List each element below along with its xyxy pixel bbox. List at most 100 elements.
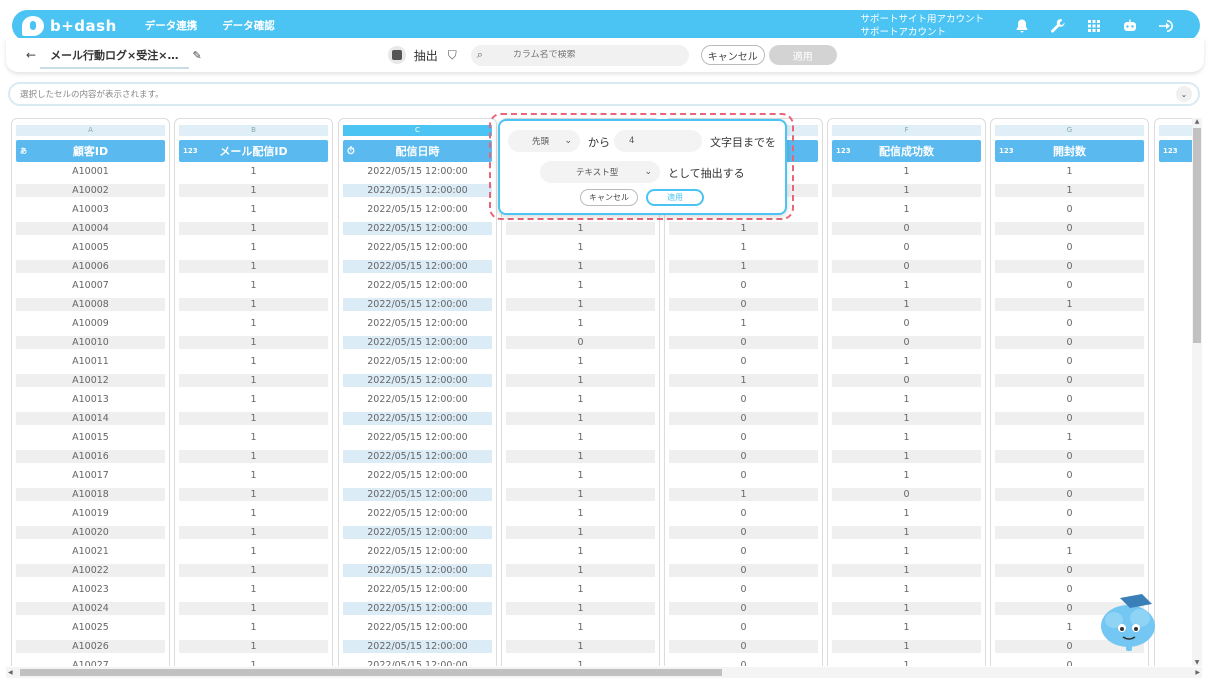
table-cell[interactable]: 0 <box>995 241 1144 254</box>
table-cell[interactable]: 1 <box>832 621 981 634</box>
table-cell[interactable]: 2022/05/15 12:00:00 <box>343 165 492 178</box>
table-cell[interactable]: 2022/05/15 12:00:00 <box>343 260 492 273</box>
column-letter[interactable]: G <box>995 125 1144 136</box>
table-cell[interactable]: 1 <box>179 355 328 368</box>
table-cell[interactable]: 0 <box>669 336 818 349</box>
table-cell[interactable]: 1 <box>506 621 655 634</box>
table-cell[interactable]: 1 <box>832 507 981 520</box>
shield-icon[interactable]: ⛉ <box>448 48 457 63</box>
grid-icon[interactable] <box>1086 18 1102 34</box>
table-cell[interactable]: A10015 <box>16 431 165 444</box>
table-cell[interactable]: 1 <box>995 545 1144 558</box>
logout-icon[interactable] <box>1158 18 1174 34</box>
table-cell[interactable]: 1 <box>179 431 328 444</box>
table-cell[interactable]: 0 <box>669 583 818 596</box>
table-cell[interactable]: 1 <box>995 431 1144 444</box>
table-cell[interactable]: 0 <box>995 317 1144 330</box>
table-cell[interactable]: A10005 <box>16 241 165 254</box>
table-cell[interactable]: 1 <box>506 545 655 558</box>
table-cell[interactable]: 1 <box>179 659 328 666</box>
table-cell[interactable]: A10010 <box>16 336 165 349</box>
back-arrow-icon[interactable]: ← <box>26 48 36 62</box>
table-cell[interactable]: 0 <box>832 336 981 349</box>
table-cell[interactable]: 2022/05/15 12:00:00 <box>343 659 492 666</box>
table-cell[interactable]: 0 <box>995 412 1144 425</box>
table-cell[interactable]: 1 <box>179 336 328 349</box>
chevron-down-icon[interactable]: ⌄ <box>1176 86 1192 102</box>
table-cell[interactable]: 1 <box>669 488 818 501</box>
horizontal-scrollbar[interactable]: ◀ ▶ <box>6 667 1202 678</box>
table-cell[interactable]: 0 <box>995 374 1144 387</box>
table-cell[interactable]: 0 <box>995 564 1144 577</box>
char-count-input[interactable]: 4 <box>614 130 702 152</box>
table-cell[interactable]: 1 <box>179 298 328 311</box>
table-cell[interactable]: 1 <box>832 526 981 539</box>
table-cell[interactable]: 1 <box>832 279 981 292</box>
table-cell[interactable]: 2022/05/15 12:00:00 <box>343 469 492 482</box>
table-cell[interactable]: 1 <box>179 450 328 463</box>
column-letter[interactable] <box>1159 125 1195 136</box>
table-cell[interactable]: 0 <box>506 336 655 349</box>
table-cell[interactable]: 2022/05/15 12:00:00 <box>343 355 492 368</box>
table-cell[interactable]: 1 <box>832 298 981 311</box>
table-cell[interactable]: 2022/05/15 12:00:00 <box>343 374 492 387</box>
table-cell[interactable]: 1 <box>179 545 328 558</box>
table-cell[interactable]: A10021 <box>16 545 165 558</box>
table-cell[interactable]: 0 <box>669 298 818 311</box>
table-cell[interactable]: 1 <box>506 640 655 653</box>
vertical-scrollbar[interactable]: ▲ ▼ <box>1192 118 1202 666</box>
table-cell[interactable]: 1 <box>179 184 328 197</box>
table-cell[interactable]: 0 <box>995 222 1144 235</box>
table-cell[interactable]: 1 <box>832 583 981 596</box>
column-search-input[interactable] <box>512 50 663 60</box>
mascot-character[interactable] <box>1096 590 1162 652</box>
table-cell[interactable]: 0 <box>669 355 818 368</box>
table-cell[interactable]: 0 <box>832 222 981 235</box>
table-cell[interactable]: 1 <box>179 488 328 501</box>
table-cell[interactable]: A10014 <box>16 412 165 425</box>
table-cell[interactable]: 1 <box>179 279 328 292</box>
table-cell[interactable]: 1 <box>506 469 655 482</box>
scroll-down-icon[interactable]: ▼ <box>1192 659 1202 666</box>
table-cell[interactable]: 1 <box>669 317 818 330</box>
table-cell[interactable]: 1 <box>506 602 655 615</box>
table-cell[interactable]: 1 <box>179 165 328 178</box>
table-cell[interactable]: A10008 <box>16 298 165 311</box>
table-cell[interactable]: 1 <box>179 374 328 387</box>
column-header[interactable]: ⏱ 配信日時 <box>343 140 492 162</box>
table-cell[interactable]: 2022/05/15 12:00:00 <box>343 184 492 197</box>
cancel-button[interactable]: キャンセル <box>700 45 765 65</box>
wrench-icon[interactable] <box>1050 18 1066 34</box>
table-cell[interactable]: A10013 <box>16 393 165 406</box>
table-cell[interactable]: A10022 <box>16 564 165 577</box>
table-cell[interactable]: A10011 <box>16 355 165 368</box>
table-cell[interactable]: 0 <box>995 203 1144 216</box>
table-cell[interactable]: 1 <box>832 355 981 368</box>
table-cell[interactable]: A10019 <box>16 507 165 520</box>
start-position-select[interactable]: 先頭 ⌄ <box>508 130 580 152</box>
data-type-select[interactable]: テキスト型 ⌄ <box>540 161 660 183</box>
table-cell[interactable]: 1 <box>506 659 655 666</box>
table-cell[interactable]: 2022/05/15 12:00:00 <box>343 545 492 558</box>
table-cell[interactable]: 1 <box>506 431 655 444</box>
table-cell[interactable]: A10016 <box>16 450 165 463</box>
horizontal-scroll-thumb[interactable] <box>20 669 722 676</box>
table-cell[interactable]: 0 <box>669 640 818 653</box>
table-cell[interactable]: A10002 <box>16 184 165 197</box>
table-cell[interactable]: A10004 <box>16 222 165 235</box>
table-cell[interactable]: 0 <box>995 393 1144 406</box>
table-cell[interactable]: 1 <box>506 412 655 425</box>
table-cell[interactable]: 0 <box>669 545 818 558</box>
nav-link-data-check[interactable]: データ確認 <box>222 18 275 33</box>
table-cell[interactable]: 1 <box>179 317 328 330</box>
table-cell[interactable]: 2022/05/15 12:00:00 <box>343 336 492 349</box>
table-cell[interactable]: 1 <box>832 602 981 615</box>
table-cell[interactable]: 1 <box>506 279 655 292</box>
column-header[interactable]: 123 開封数 <box>995 140 1144 162</box>
table-cell[interactable]: 1 <box>179 507 328 520</box>
table-cell[interactable]: A10020 <box>16 526 165 539</box>
table-cell[interactable]: 2022/05/15 12:00:00 <box>343 241 492 254</box>
table-cell[interactable]: 1 <box>179 260 328 273</box>
table-cell[interactable]: A10027 <box>16 659 165 666</box>
table-cell[interactable]: 0 <box>995 659 1144 666</box>
